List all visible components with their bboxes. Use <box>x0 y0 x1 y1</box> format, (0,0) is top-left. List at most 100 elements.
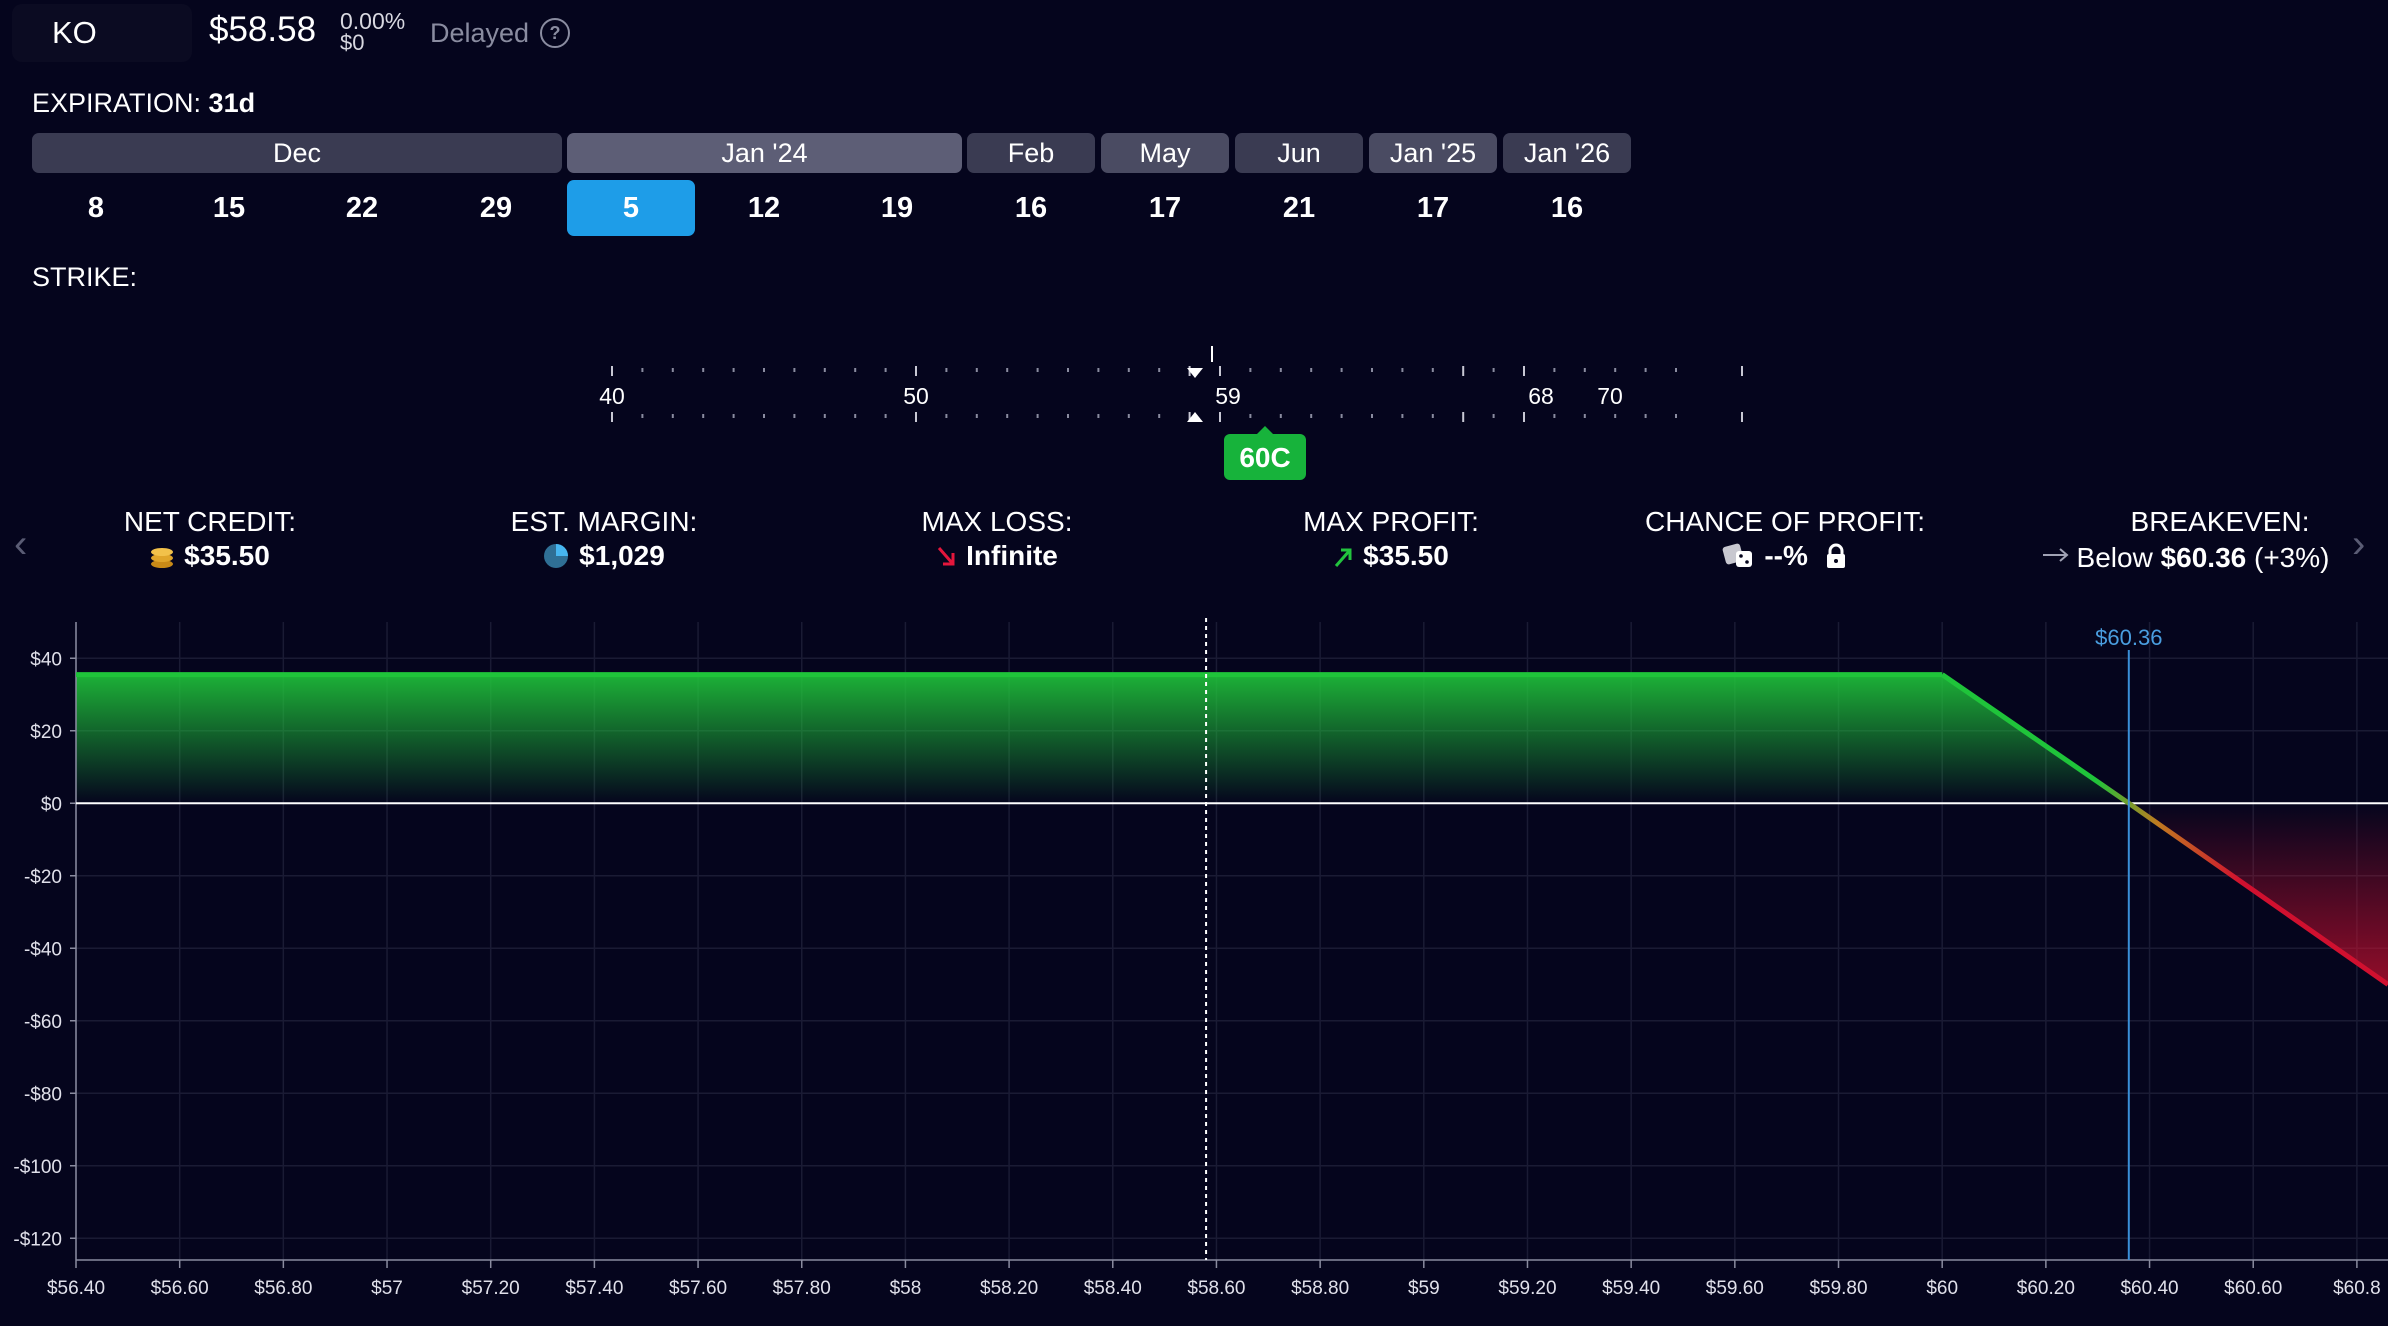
net-credit-label: NET CREDIT: <box>123 506 297 537</box>
month-feb[interactable]: Feb <box>967 133 1095 173</box>
stock-price: $58.58 <box>209 10 317 49</box>
max-profit-amount: $35.50 <box>1363 540 1449 571</box>
x-tick-label: $60.20 <box>2017 1278 2075 1299</box>
x-tick-label: $56.80 <box>254 1278 312 1299</box>
date-option[interactable]: 12 <box>700 180 828 236</box>
chance-of-profit-label: CHANCE OF PROFIT: <box>1644 506 1925 537</box>
chart-fills <box>76 674 2388 985</box>
strike-tick-label: 70 <box>1597 383 1623 409</box>
x-tick-label: $58 <box>890 1278 922 1299</box>
x-tick-label: $59.20 <box>1498 1278 1556 1299</box>
month-jan-26[interactable]: Jan '26 <box>1503 133 1631 173</box>
y-tick-label: $20 <box>30 722 62 743</box>
x-tick-label: $60.8 <box>2333 1278 2381 1299</box>
expiration-label: EXPIRATION: 31d <box>32 88 255 119</box>
date-option[interactable]: 21 <box>1235 180 1363 236</box>
est-margin-label: EST. MARGIN: <box>510 506 698 537</box>
delayed-label: Delayed <box>430 18 530 48</box>
y-tick-label: -$100 <box>13 1157 62 1178</box>
x-tick-label: $57.60 <box>669 1278 727 1299</box>
arrow-down-right-icon <box>936 544 958 568</box>
expiration-label-text: EXPIRATION: <box>32 88 202 118</box>
strike-tick-label: 68 <box>1528 383 1554 409</box>
selected-strike-label: 60C <box>1239 442 1290 473</box>
x-tick-label: $58.40 <box>1084 1278 1142 1299</box>
x-tick-label: $57 <box>371 1278 403 1299</box>
y-tick-label: $0 <box>41 794 62 815</box>
month-dec[interactable]: Dec <box>32 133 562 173</box>
breakeven-percent: (+3%) <box>2254 542 2330 573</box>
ticker-symbol[interactable]: KO <box>12 4 192 62</box>
expiration-days: 31d <box>208 88 256 118</box>
x-tick-label: $60.60 <box>2224 1278 2282 1299</box>
x-tick-label: $58.60 <box>1187 1278 1245 1299</box>
pie-icon <box>543 543 569 569</box>
x-tick-label: $57.80 <box>773 1278 831 1299</box>
stats-prev-arrow-icon[interactable]: ‹ <box>14 522 27 567</box>
chance-of-profit-amount: --% <box>1764 540 1808 571</box>
max-profit-value: $35.50 <box>1211 540 1571 572</box>
max-profit-label: MAX PROFIT: <box>1303 506 1479 537</box>
month-may[interactable]: May <box>1101 133 1229 173</box>
profit-area <box>76 674 2129 804</box>
strike-tick-label: 40 <box>599 383 625 409</box>
x-tick-label: $59.60 <box>1706 1278 1764 1299</box>
x-tick-label: $60.40 <box>2120 1278 2178 1299</box>
breakeven-value: Below $60.36 (+3%) <box>1995 540 2375 574</box>
date-option[interactable]: 19 <box>833 180 961 236</box>
x-axis-labels: $56.40 $56.60 $56.80 $57 $57.20 $57.40 $57.60 $… <box>47 1278 2381 1299</box>
breakeven-label: BREAKEVEN: <box>2130 506 2310 537</box>
date-option[interactable]: 15 <box>165 180 293 236</box>
y-tick-label: -$120 <box>13 1229 62 1250</box>
y-tick-label: -$40 <box>24 939 62 960</box>
arrow-up-right-icon <box>1333 544 1355 568</box>
x-tick-label: $59.80 <box>1809 1278 1867 1299</box>
pl-chart[interactable]: $40 $20 $0 -$20 -$40 -$60 -$80 -$100 -$120 $56.4… <box>0 600 2388 1326</box>
x-tick-label: $59 <box>1408 1278 1440 1299</box>
max-loss-value: Infinite <box>817 540 1177 572</box>
arrow-right-icon <box>2041 540 2071 562</box>
chance-of-profit-value: --% <box>1605 540 1965 572</box>
strike-tick-label: 50 <box>903 383 929 409</box>
month-jun[interactable]: Jun <box>1235 133 1363 173</box>
breakeven-prefix: Below <box>2076 542 2153 573</box>
help-icon[interactable]: ? <box>540 18 570 48</box>
y-tick-label: $40 <box>30 649 62 670</box>
est-margin-value: $1,029 <box>424 540 784 572</box>
date-option[interactable]: 16 <box>967 180 1095 236</box>
month-jan-25[interactable]: Jan '25 <box>1369 133 1497 173</box>
x-tick-label: $57.20 <box>462 1278 520 1299</box>
date-option[interactable]: 29 <box>432 180 560 236</box>
max-loss-label: MAX LOSS: <box>921 506 1073 537</box>
est-margin-amount: $1,029 <box>579 540 665 571</box>
net-credit-value: $35.50 <box>30 540 390 572</box>
lock-icon[interactable] <box>1824 543 1848 569</box>
coins-icon <box>150 543 174 569</box>
x-tick-label: $58.80 <box>1291 1278 1349 1299</box>
x-tick-label: $60 <box>1926 1278 1958 1299</box>
y-axis-labels: $40 $20 $0 -$20 -$40 -$60 -$80 -$100 -$120 <box>13 649 62 1250</box>
strike-tick-label: 59 <box>1215 383 1241 409</box>
badge-pointer-icon <box>1257 426 1273 434</box>
breakeven-label: $60.36 <box>2095 625 2162 650</box>
breakeven-amount: $60.36 <box>2160 542 2247 573</box>
date-option[interactable]: 16 <box>1503 180 1631 236</box>
date-option[interactable]: 17 <box>1101 180 1229 236</box>
date-option-selected[interactable]: 5 <box>567 180 695 236</box>
dice-icon <box>1722 543 1756 569</box>
x-tick-label: $57.40 <box>565 1278 623 1299</box>
x-tick-label: $58.20 <box>980 1278 1038 1299</box>
x-tick-label: $59.40 <box>1602 1278 1660 1299</box>
max-loss-amount: Infinite <box>966 540 1058 571</box>
price-change-amount: $0 <box>340 30 365 55</box>
y-tick-label: -$20 <box>24 867 62 888</box>
date-option[interactable]: 22 <box>298 180 426 236</box>
net-credit-amount: $35.50 <box>184 540 270 571</box>
x-tick-label: $56.40 <box>47 1278 105 1299</box>
strike-selector[interactable]: 40 50 59 68 70 60C <box>0 330 2388 490</box>
date-option[interactable]: 8 <box>32 180 160 236</box>
y-tick-label: -$60 <box>24 1012 62 1033</box>
date-option[interactable]: 17 <box>1369 180 1497 236</box>
month-jan-24[interactable]: Jan '24 <box>567 133 962 173</box>
y-tick-label: -$80 <box>24 1084 62 1105</box>
